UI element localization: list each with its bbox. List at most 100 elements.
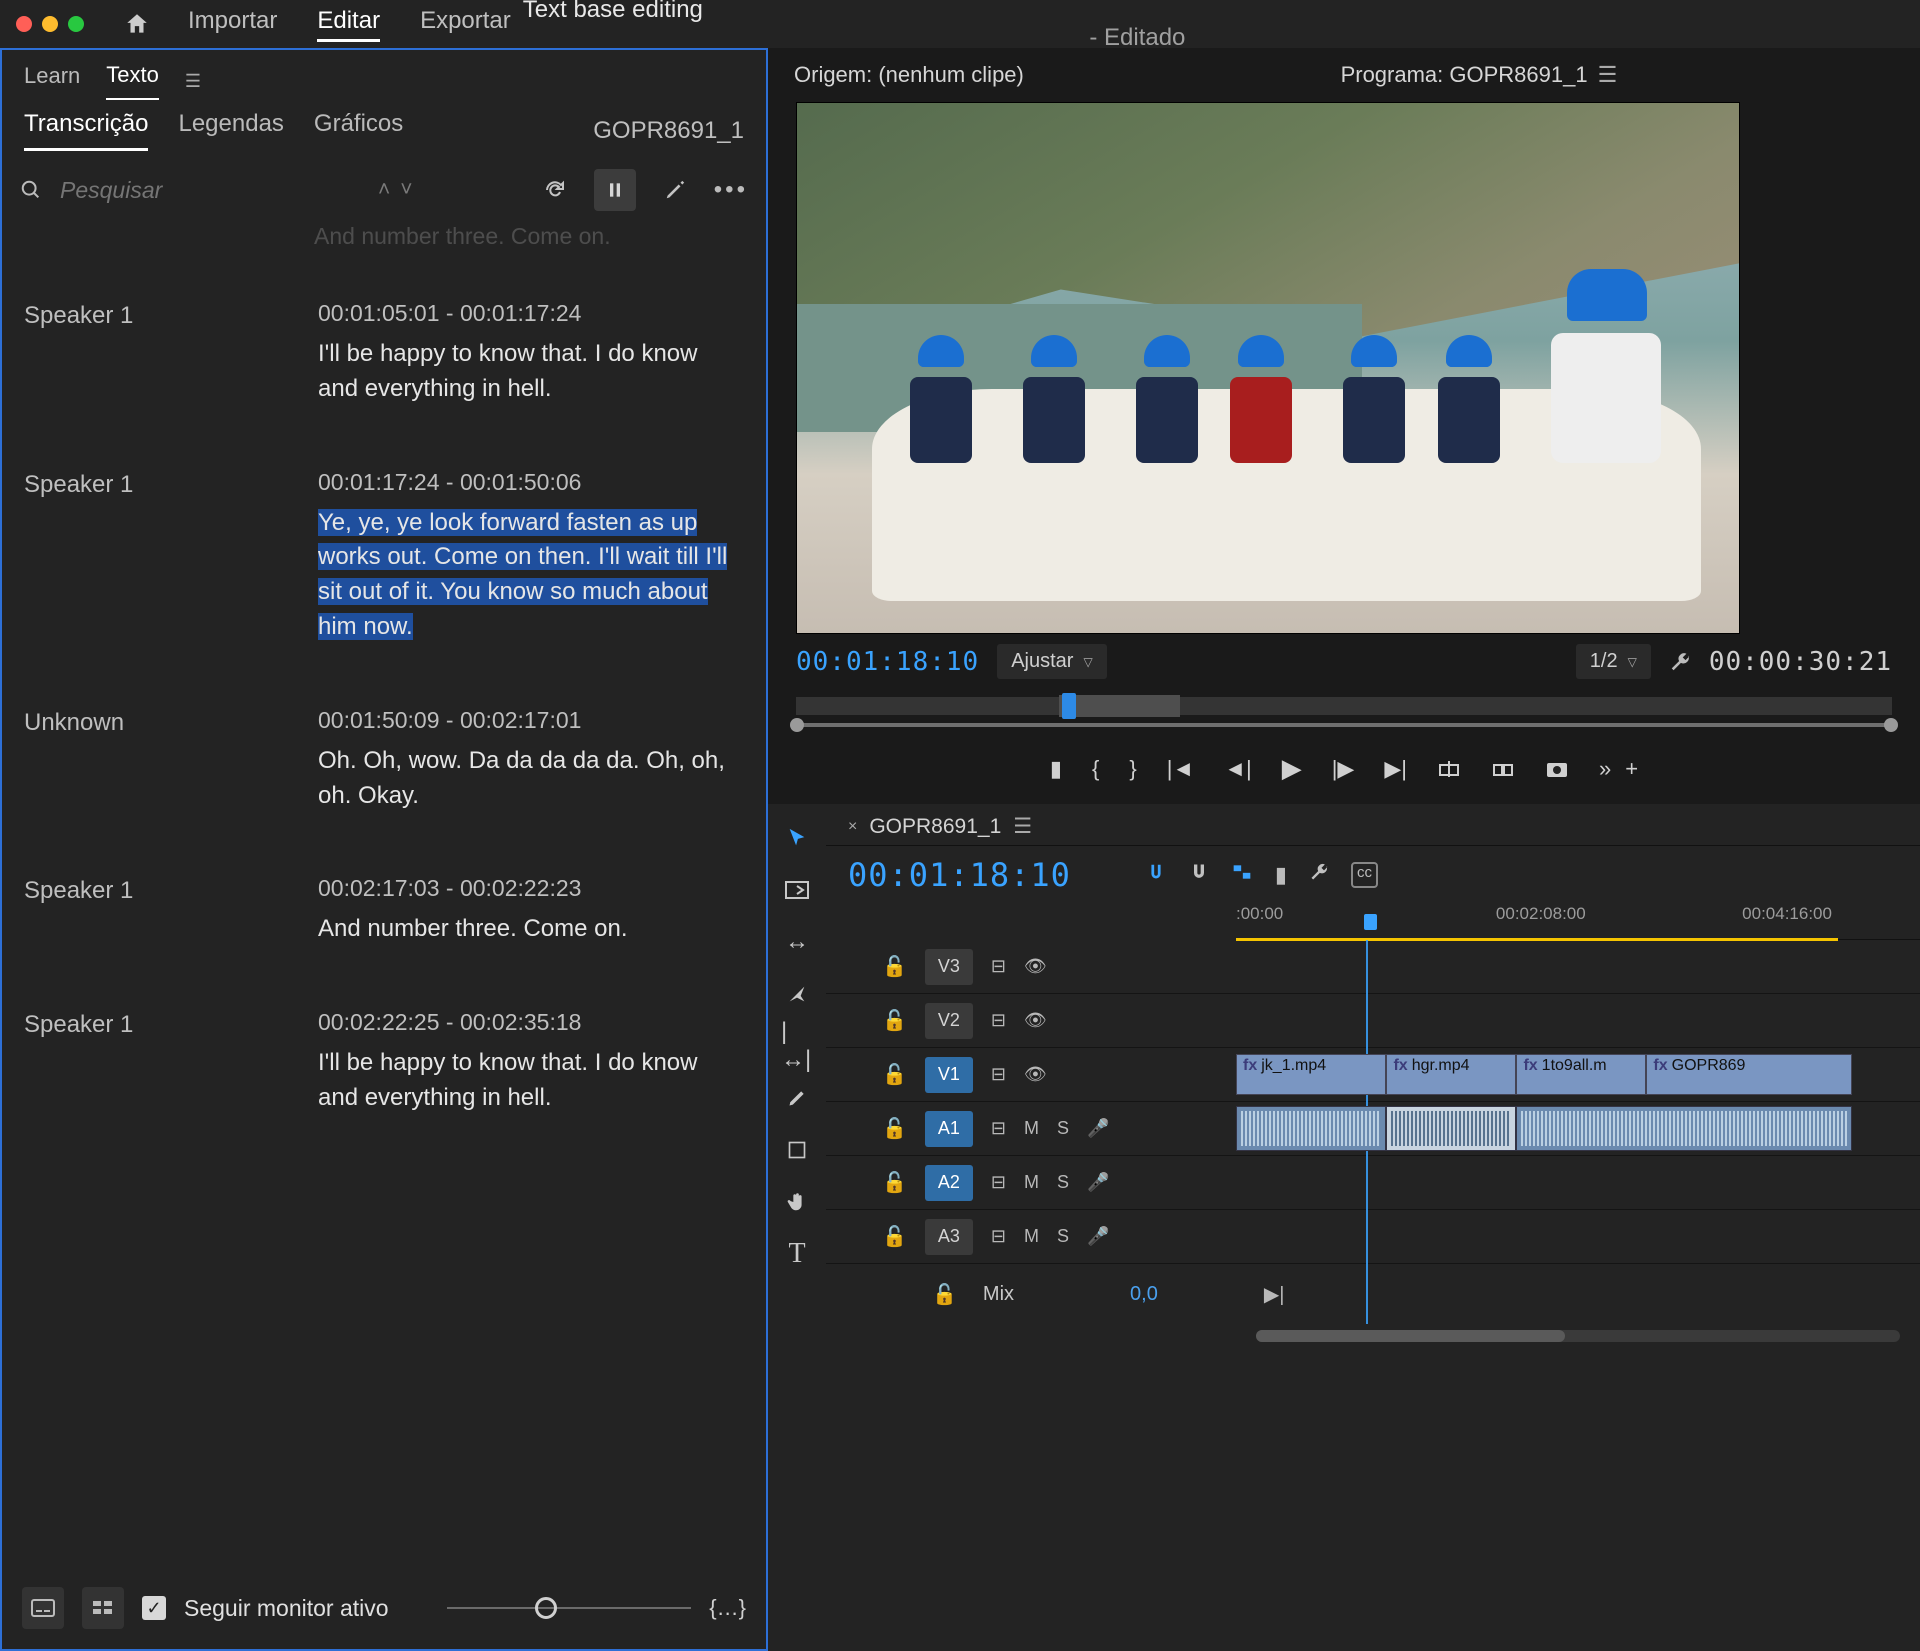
sync-lock-icon[interactable]: ⊟: [991, 1118, 1006, 1139]
snap-icon[interactable]: [1145, 862, 1167, 888]
pen-tool-icon[interactable]: [781, 1082, 813, 1114]
lock-icon[interactable]: 🔓: [882, 1170, 907, 1195]
video-track[interactable]: 🔓V1⊟👁fxjk_1.mp4fxhgr.mp4fx1to9all.mfxGOP…: [826, 1048, 1920, 1102]
video-clip[interactable]: fxjk_1.mp4: [1236, 1054, 1386, 1095]
transcript-speaker[interactable]: Speaker 1: [24, 1009, 294, 1116]
caption-view-icon[interactable]: [22, 1587, 64, 1629]
voice-over-icon[interactable]: 🎤: [1087, 1172, 1109, 1193]
nav-import[interactable]: Importar: [188, 7, 277, 42]
prev-match-icon[interactable]: ˄: [378, 178, 390, 202]
transcript-speaker[interactable]: Speaker 1: [24, 469, 294, 645]
tab-captions[interactable]: Legendas: [178, 110, 283, 151]
search-icon[interactable]: [20, 179, 42, 201]
audio-track[interactable]: 🔓A2⊟MS🎤: [826, 1156, 1920, 1210]
pencil-icon[interactable]: [654, 169, 696, 211]
voice-over-icon[interactable]: 🎤: [1087, 1226, 1109, 1247]
next-match-icon[interactable]: ˅: [400, 178, 412, 202]
marker-icon[interactable]: ▮: [1275, 862, 1287, 888]
lock-icon[interactable]: 🔓: [882, 1062, 907, 1087]
settings-wrench-icon[interactable]: [1309, 862, 1329, 888]
sync-lock-icon[interactable]: ⊟: [991, 1172, 1006, 1193]
bottom-more-icon[interactable]: {…}: [709, 1595, 746, 1621]
fit-dropdown[interactable]: Ajustar▽: [997, 644, 1106, 679]
voice-over-icon[interactable]: 🎤: [1087, 1118, 1109, 1139]
transcript-text[interactable]: And number three. Come on.: [318, 912, 744, 947]
type-tool-icon[interactable]: T: [781, 1238, 813, 1270]
ripple-edit-tool-icon[interactable]: ↔: [781, 926, 813, 958]
playhead-icon[interactable]: [1062, 693, 1076, 719]
skip-forward-icon[interactable]: ▶|: [1264, 1282, 1285, 1307]
lock-icon[interactable]: 🔓: [882, 1116, 907, 1141]
tab-text[interactable]: Texto: [106, 62, 159, 100]
program-monitor-viewport[interactable]: [796, 102, 1740, 634]
lock-icon[interactable]: 🔓: [882, 1224, 907, 1249]
toggle-track-output-icon[interactable]: 👁: [1024, 1064, 1047, 1085]
transcript-speaker[interactable]: Unknown: [24, 707, 294, 814]
home-icon[interactable]: [124, 11, 150, 37]
magnet-icon[interactable]: [1189, 862, 1209, 888]
transcript-speaker[interactable]: Speaker 1: [24, 875, 294, 947]
audio-clip[interactable]: [1236, 1106, 1386, 1151]
button-editor-plus-icon[interactable]: +: [1625, 756, 1638, 782]
search-input[interactable]: [60, 177, 360, 204]
selection-tool-icon[interactable]: [781, 822, 813, 854]
mark-in-icon[interactable]: {: [1092, 756, 1099, 782]
audio-clip[interactable]: [1516, 1106, 1851, 1151]
solo-button[interactable]: S: [1057, 1226, 1069, 1247]
timeline-ruler[interactable]: :00:0000:02:08:0000:04:16:00: [1236, 904, 1920, 940]
solo-button[interactable]: S: [1057, 1118, 1069, 1139]
transcript-entry[interactable]: Speaker 100:01:05:01 - 00:01:17:24I'll b…: [24, 274, 744, 443]
video-clip[interactable]: fx1to9all.m: [1516, 1054, 1646, 1095]
audio-track[interactable]: 🔓A3⊟MS🎤: [826, 1210, 1920, 1264]
sync-lock-icon[interactable]: ⊟: [991, 1064, 1006, 1085]
insert-icon[interactable]: [1437, 759, 1461, 779]
step-back-icon[interactable]: ◄|: [1224, 756, 1252, 782]
follow-monitor-checkbox[interactable]: ✓: [142, 1596, 166, 1620]
lock-icon[interactable]: 🔓: [882, 1008, 907, 1033]
maximize-window-icon[interactable]: [68, 16, 84, 32]
overwrite-icon[interactable]: [1491, 759, 1515, 779]
export-frame-icon[interactable]: [1545, 759, 1569, 779]
program-zoom-bar[interactable]: [796, 723, 1892, 727]
more-options-icon[interactable]: •••: [714, 176, 748, 204]
rectangle-tool-icon[interactable]: [781, 1134, 813, 1166]
zoom-slider[interactable]: [447, 1607, 692, 1609]
video-clip[interactable]: fxhgr.mp4: [1386, 1054, 1516, 1095]
sync-lock-icon[interactable]: ⊟: [991, 1226, 1006, 1247]
go-to-out-icon[interactable]: ▶|: [1384, 756, 1407, 782]
pause-segments-icon[interactable]: [594, 169, 636, 211]
razor-tool-icon[interactable]: [781, 978, 813, 1010]
transcript-text[interactable]: Ye, ye, ye look forward fasten as up wor…: [318, 506, 744, 645]
program-menu-icon[interactable]: ☰: [1598, 62, 1618, 88]
transcript-text[interactable]: I'll be happy to know that. I do know an…: [318, 337, 744, 407]
transcript-entry[interactable]: Speaker 100:02:22:25 - 00:02:35:18I'll b…: [24, 983, 744, 1152]
refresh-icon[interactable]: [534, 169, 576, 211]
transcript-list[interactable]: And number three. Come on. Speaker 100:0…: [2, 223, 766, 1573]
timeline-menu-icon[interactable]: ☰: [1013, 814, 1032, 839]
linked-selection-icon[interactable]: [1231, 862, 1253, 888]
program-monitor-label[interactable]: Programa: GOPR8691_1: [1341, 62, 1588, 88]
mute-button[interactable]: M: [1024, 1172, 1039, 1193]
mute-button[interactable]: M: [1024, 1118, 1039, 1139]
transport-more-icon[interactable]: »: [1599, 756, 1611, 782]
track-select-tool-icon[interactable]: [781, 874, 813, 906]
program-timecode[interactable]: 00:01:18:10: [796, 647, 979, 677]
transcript-entry[interactable]: Unknown00:01:50:09 - 00:02:17:01Oh. Oh, …: [24, 681, 744, 850]
track-target-button[interactable]: A1: [925, 1111, 973, 1147]
audio-track[interactable]: 🔓 A1 ⊟ MS 🎤: [826, 1102, 1920, 1156]
transcript-text[interactable]: I'll be happy to know that. I do know an…: [318, 1046, 744, 1116]
mute-button[interactable]: M: [1024, 1226, 1039, 1247]
wrench-icon[interactable]: [1669, 651, 1691, 673]
toggle-track-output-icon[interactable]: 👁: [1024, 1010, 1047, 1031]
play-icon[interactable]: ▶: [1282, 753, 1302, 784]
program-scrub-bar[interactable]: [796, 697, 1892, 715]
go-to-in-icon[interactable]: |◄: [1167, 756, 1195, 782]
timeline-playhead-icon[interactable]: [1364, 914, 1377, 930]
close-timeline-icon[interactable]: ×: [848, 818, 857, 836]
track-target-button[interactable]: V1: [925, 1057, 973, 1093]
nav-export[interactable]: Exportar: [420, 7, 511, 42]
mark-out-icon[interactable]: }: [1129, 756, 1136, 782]
track-target-button[interactable]: V3: [925, 949, 973, 985]
nav-edit[interactable]: Editar: [317, 7, 380, 42]
lock-icon[interactable]: 🔓: [882, 954, 907, 979]
